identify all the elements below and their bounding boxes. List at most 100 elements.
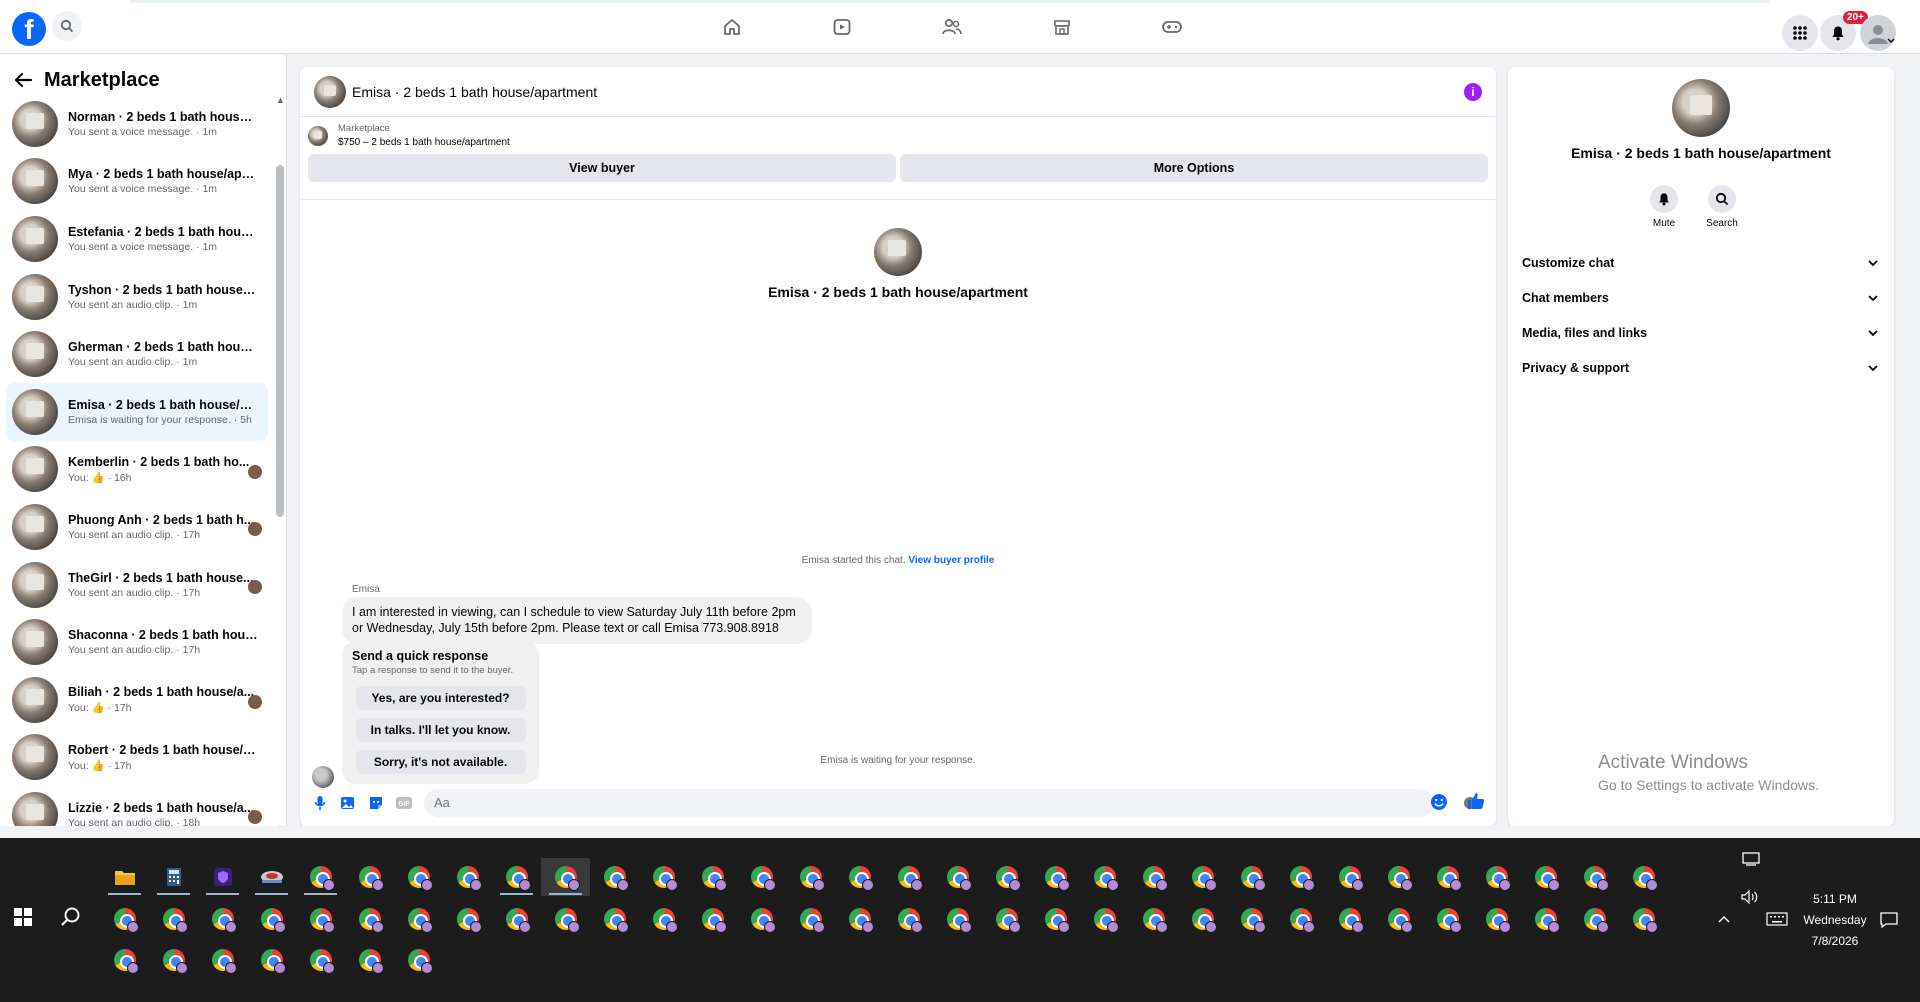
taskbar-chrome-window[interactable] (1276, 858, 1325, 896)
chat-header-title[interactable]: Emisa · 2 beds 1 bath house/apartment (352, 84, 597, 100)
taskbar-chrome-window[interactable] (982, 858, 1031, 896)
start-button[interactable] (14, 908, 32, 931)
quick-response-in-talks[interactable]: In talks. I'll let you know. (355, 718, 526, 742)
taskbar-chrome-window[interactable] (1031, 900, 1080, 938)
more-options-button[interactable]: More Options (900, 154, 1488, 182)
conversation-item[interactable]: Phuong Anh · 2 beds 1 bath h... You sent … (6, 498, 268, 556)
search-in-conversation-button[interactable]: Search (1706, 185, 1738, 229)
taskbar-chrome-window[interactable] (394, 900, 443, 938)
taskbar-chrome-window[interactable] (541, 900, 590, 938)
facebook-logo[interactable]: f (12, 12, 46, 46)
taskbar-chrome-window[interactable] (933, 858, 982, 896)
taskbar-chrome-window[interactable] (590, 900, 639, 938)
taskbar-chrome-window[interactable] (1276, 900, 1325, 938)
conversation-item[interactable]: Mya · 2 beds 1 bath house/apar... You sen… (6, 153, 268, 211)
taskbar-chrome-window[interactable] (737, 858, 786, 896)
attach-photo-button[interactable] (336, 791, 360, 815)
sidebar-scrollbar[interactable] (276, 165, 284, 517)
taskbar-chrome-window[interactable] (296, 941, 345, 979)
taskbar-chrome-window[interactable] (786, 900, 835, 938)
taskbar-chrome-window[interactable] (1129, 858, 1178, 896)
taskbar-chrome-window[interactable] (1521, 858, 1570, 896)
conversation-item[interactable]: Norman · 2 beds 1 bath house/a... You sen… (6, 95, 268, 153)
back-arrow-icon[interactable] (14, 72, 32, 88)
taskbar-chrome-window[interactable] (835, 858, 884, 896)
like-button[interactable] (1466, 791, 1486, 816)
taskbar-chrome-window[interactable] (1325, 900, 1374, 938)
taskbar-chrome-window[interactable] (492, 858, 541, 896)
search-button[interactable] (52, 11, 82, 41)
mute-button[interactable]: Mute (1648, 185, 1680, 229)
taskbar-chrome-window[interactable] (1031, 858, 1080, 896)
taskbar-chrome-window[interactable] (688, 900, 737, 938)
quick-response-yes[interactable]: Yes, are you interested? (355, 686, 526, 710)
taskbar-chrome-window[interactable] (149, 941, 198, 979)
taskbar-chrome-window[interactable] (1619, 900, 1668, 938)
taskbar-chrome-window[interactable] (1374, 900, 1423, 938)
taskbar-chrome-window[interactable] (1080, 858, 1129, 896)
taskbar-chrome-window[interactable] (345, 900, 394, 938)
action-center-button[interactable] (1880, 912, 1898, 931)
taskbar-chrome-window[interactable] (100, 900, 149, 938)
conversation-item[interactable]: Emisa · 2 beds 1 bath house/apa... Emisa … (6, 382, 268, 441)
message-input[interactable] (424, 789, 1434, 817)
listing-title[interactable]: $750 – 2 beds 1 bath house/apartment (338, 137, 510, 148)
taskbar-chrome-window[interactable] (884, 900, 933, 938)
conversation-item[interactable]: Tyshon · 2 beds 1 bath house/a... You sen… (6, 268, 268, 326)
section-chat-members[interactable]: Chat members (1522, 288, 1878, 308)
sticker-button[interactable] (364, 791, 388, 815)
taskbar-chrome-window[interactable] (1619, 858, 1668, 896)
emoji-button[interactable] (1430, 793, 1448, 816)
nav-gaming[interactable] (1152, 14, 1192, 40)
conversation-item[interactable]: TheGirl · 2 beds 1 bath house... You sent… (6, 556, 268, 614)
taskbar-chrome-window[interactable] (100, 941, 149, 979)
taskbar-chrome-window[interactable] (1227, 900, 1276, 938)
taskbar-chrome-window[interactable] (1080, 900, 1129, 938)
conversation-item[interactable]: Kemberlin · 2 beds 1 bath ho... You: 👍 · … (6, 441, 268, 499)
recorder-app[interactable] (247, 858, 296, 896)
taskbar-chrome-window[interactable] (590, 858, 639, 896)
taskbar-chrome-window[interactable] (198, 900, 247, 938)
taskbar-chrome-window[interactable] (982, 900, 1031, 938)
volume-button[interactable] (1741, 889, 1759, 907)
taskbar-chrome-window[interactable] (884, 858, 933, 896)
taskbar-chrome-window[interactable] (1570, 858, 1619, 896)
chat-header-avatar[interactable] (314, 75, 346, 108)
taskbar-chrome-window[interactable] (345, 858, 394, 896)
taskbar-chrome-window[interactable] (1178, 858, 1227, 896)
taskbar-chrome-window[interactable] (345, 941, 394, 979)
taskbar-chrome-window[interactable] (1472, 900, 1521, 938)
account-avatar-button[interactable] (1860, 15, 1896, 51)
clock[interactable]: 5:11 PM Wednesday 7/8/2026 (1800, 892, 1870, 948)
taskbar-chrome-window[interactable] (1472, 858, 1521, 896)
taskbar-chrome-window[interactable] (835, 900, 884, 938)
taskbar-chrome-window[interactable] (688, 858, 737, 896)
keyboard-button[interactable] (1766, 912, 1788, 929)
shield-app[interactable] (198, 858, 247, 896)
section-customize-chat[interactable]: Customize chat (1522, 253, 1878, 273)
taskbar-chrome-window[interactable] (394, 858, 443, 896)
voice-clip-button[interactable] (308, 791, 332, 815)
conversation-item[interactable]: Estefania · 2 beds 1 bath house/... You s… (6, 210, 268, 268)
taskbar-chrome-window[interactable] (296, 858, 345, 896)
section-media-files-links[interactable]: Media, files and links (1522, 323, 1878, 343)
conversation-item[interactable]: Shaconna · 2 beds 1 bath house... You sen… (6, 613, 268, 671)
conversation-item[interactable]: Gherman · 2 beds 1 bath house/... You sen… (6, 325, 268, 383)
taskbar-chrome-window[interactable] (933, 900, 982, 938)
view-buyer-button[interactable]: View buyer (308, 154, 896, 182)
taskbar-chrome-window[interactable] (1570, 900, 1619, 938)
taskbar-chrome-window[interactable] (1129, 900, 1178, 938)
section-privacy-support[interactable]: Privacy & support (1522, 358, 1878, 378)
conversation-item[interactable]: Robert · 2 beds 1 bath house/ap... You: 👍… (6, 729, 268, 787)
scroll-up-arrow[interactable]: ▲ (276, 95, 285, 105)
taskbar-chrome-window[interactable] (1227, 858, 1276, 896)
taskbar-chrome-window[interactable] (443, 858, 492, 896)
taskbar-chrome-window[interactable] (443, 900, 492, 938)
taskbar-chrome-window[interactable] (1325, 858, 1374, 896)
taskbar-chrome-window[interactable] (639, 900, 688, 938)
info-icon[interactable]: i (1464, 83, 1482, 101)
details-avatar[interactable] (1672, 79, 1730, 137)
nav-home[interactable] (712, 14, 752, 40)
taskbar-chrome-window[interactable] (1521, 900, 1570, 938)
taskbar-chrome-window[interactable] (541, 858, 590, 896)
